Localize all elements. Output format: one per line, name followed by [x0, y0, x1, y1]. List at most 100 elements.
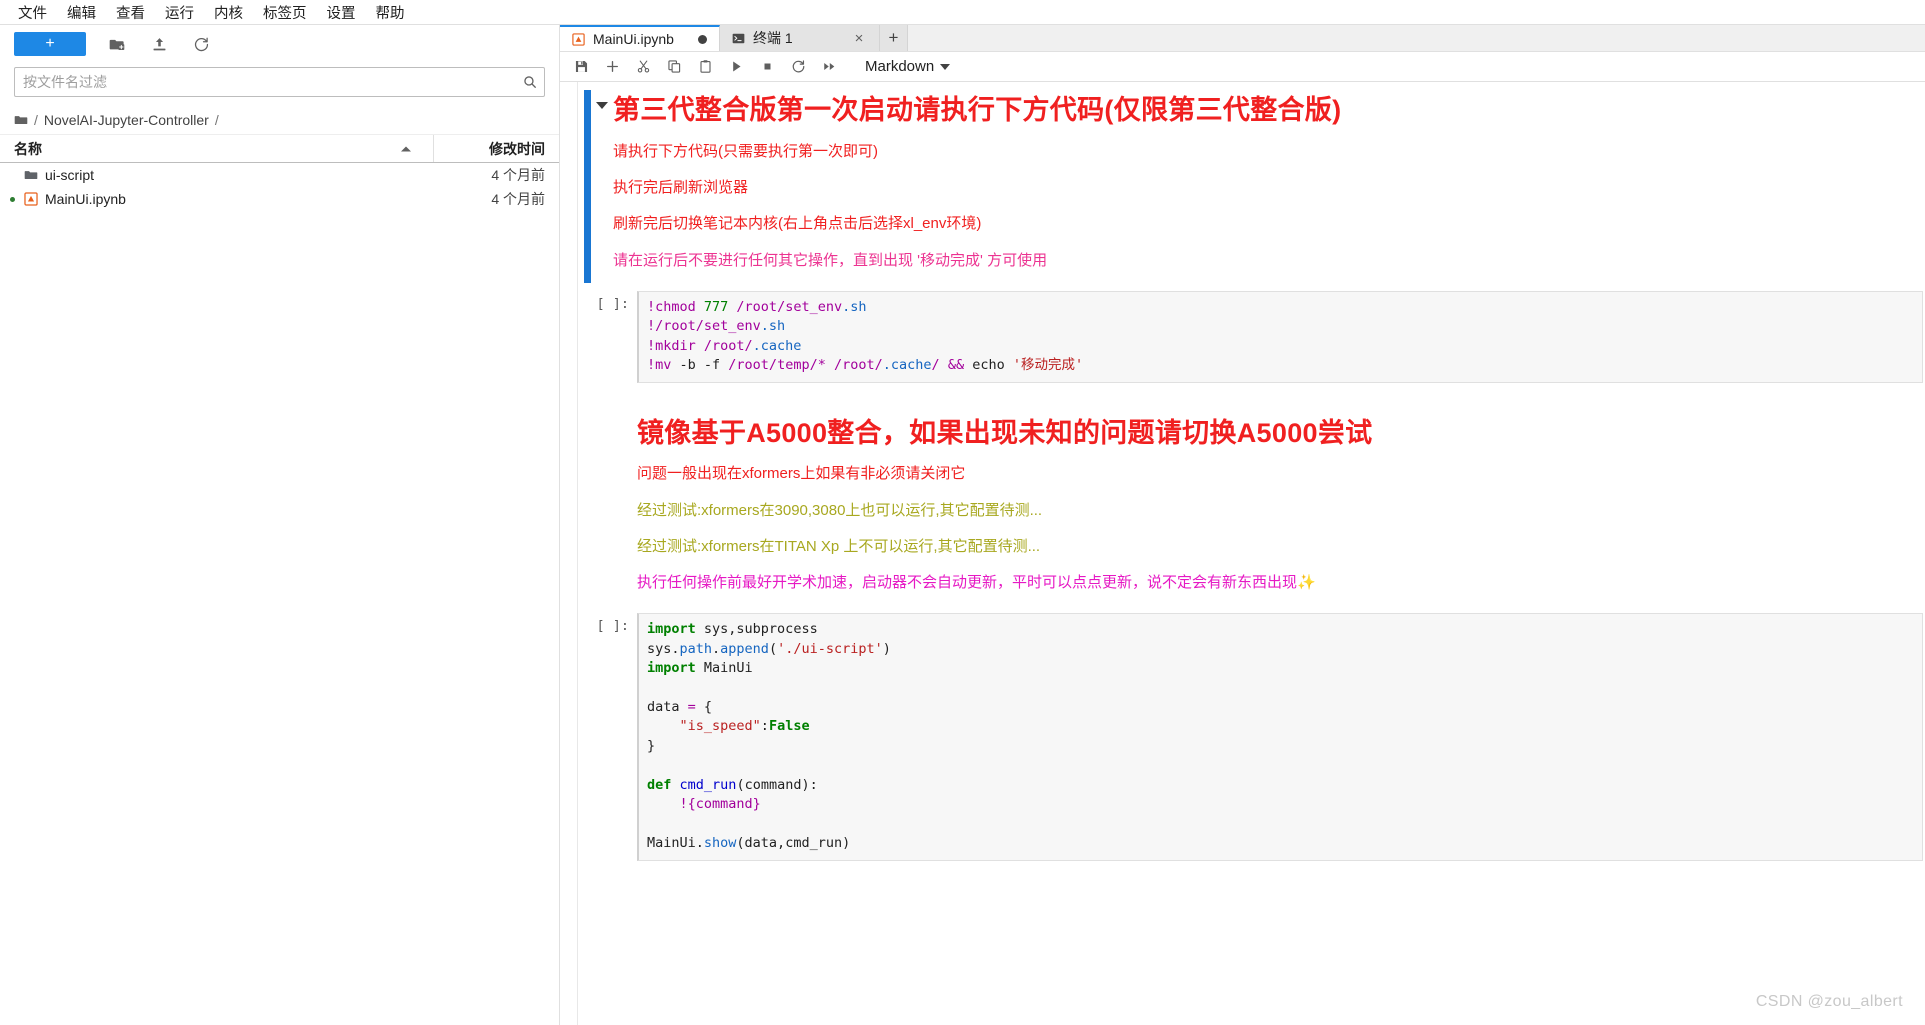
list-item[interactable]: MainUi.ipynb 4 个月前 [0, 187, 559, 211]
folder-icon [24, 168, 38, 182]
breadcrumb[interactable]: / NovelAI-Jupyter-Controller / [0, 105, 559, 135]
notebook-toolbar: Markdown [560, 52, 1925, 82]
markdown-rendered: 镜像基于A5000整合，如果出现未知的问题请切换A5000尝试 问题一般出现在x… [637, 413, 1925, 606]
menu-view[interactable]: 查看 [106, 0, 155, 26]
cell-selection-bar [584, 291, 591, 383]
cell-spacer [578, 383, 1925, 413]
terminal-icon [732, 32, 745, 45]
markdown-paragraph: 问题一般出现在xformers上如果有非必须请关闭它 [637, 465, 966, 483]
notebook-cells: 第三代整合版第一次启动请执行下方代码(仅限第三代整合版) 请执行下方代码(只需要… [578, 90, 1925, 861]
code-source: import sys,subprocess sys.path.append('.… [647, 621, 891, 852]
new-tab-button[interactable]: + [880, 25, 908, 51]
unsaved-changes-icon[interactable] [698, 34, 707, 44]
markdown-paragraph: 请在运行后不要进行任何其它操作，直到出现 '移动完成' 方可使用 [613, 251, 1048, 269]
tab-label: 终端 1 [753, 30, 793, 46]
file-browser-panel: + 按文件名过滤 / NovelAI-Jupyter-Controller / … [0, 25, 560, 1025]
running-indicator [10, 196, 17, 202]
filter-row [0, 63, 559, 105]
jupyterlab-window: 文件 编辑 查看 运行 内核 标签页 设置 帮助 + 按文件名过滤 / Nove… [0, 0, 1925, 1025]
file-modified-label: 4 个月前 [491, 167, 545, 183]
markdown-rendered: 第三代整合版第一次启动请执行下方代码(仅限第三代整合版) 请执行下方代码(只需要… [613, 90, 1925, 283]
column-header-name[interactable]: 名称 [0, 135, 434, 162]
markdown-paragraph: 请执行下方代码(只需要执行第一次即可) [613, 142, 878, 160]
tab-bar: MainUi.ipynb 终端 1 × + [560, 25, 1925, 52]
paste-cell-button[interactable] [692, 55, 718, 79]
restart-kernel-button[interactable] [785, 55, 811, 79]
file-name-label: ui-script [45, 167, 95, 183]
filter-box[interactable] [14, 67, 545, 97]
column-header-modified[interactable]: 修改时间 [434, 135, 559, 162]
menu-bar: 文件 编辑 查看 运行 内核 标签页 设置 帮助 [0, 0, 1925, 25]
menu-tabs[interactable]: 标签页 [253, 0, 317, 26]
file-name-cell: MainUi.ipynb [0, 191, 434, 207]
breadcrumb-path[interactable]: NovelAI-Jupyter-Controller [44, 112, 209, 128]
code-editor[interactable]: !chmod 777 /root/set_env.sh !/root/set_e… [637, 290, 1923, 383]
menu-run[interactable]: 运行 [155, 0, 204, 26]
insert-cell-button[interactable] [599, 55, 625, 79]
markdown-paragraph: 刷新完后切换笔记本内核(右上角点击后选择xl_env环境) [613, 215, 982, 233]
cell-content[interactable]: 镜像基于A5000整合，如果出现未知的问题请切换A5000尝试 问题一般出现在x… [637, 413, 1925, 606]
markdown-paragraph: 经过测试:xformers在3090,3080上也可以运行,其它配置待测... [637, 501, 1043, 519]
markdown-heading: 第三代整合版第一次启动请执行下方代码(仅限第三代整合版) [613, 95, 1342, 125]
code-editor[interactable]: import sys,subprocess sys.path.append('.… [637, 613, 1923, 861]
notebook-icon [24, 192, 38, 206]
file-list-header: 名称 修改时间 [0, 135, 559, 163]
tab-bar-empty-area [908, 25, 1925, 51]
cell-type-select[interactable]: Markdown [859, 56, 956, 77]
cell-selection-bar [584, 613, 591, 860]
cell-selection-bar [584, 90, 591, 283]
menu-file[interactable]: 文件 [8, 0, 57, 26]
markdown-paragraph: 执行任何操作前最好开学术加速，启动器不会自动更新，平时可以点点更新，说不定会有新… [637, 574, 1316, 591]
copy-cell-button[interactable] [661, 55, 687, 79]
collapse-heading-icon[interactable] [591, 90, 613, 283]
breadcrumb-sep-lead: / [34, 111, 38, 128]
notebook-cell-markdown-1[interactable]: 第三代整合版第一次启动请执行下方代码(仅限第三代整合版) 请执行下方代码(只需要… [578, 90, 1925, 283]
code-source: !chmod 777 /root/set_env.sh !/root/set_e… [647, 298, 1084, 374]
markdown-heading: 镜像基于A5000整合，如果出现未知的问题请切换A5000尝试 [637, 417, 1373, 448]
restart-run-all-button[interactable] [816, 55, 842, 79]
main-area: MainUi.ipynb 终端 1 × + Markdown 第三代整合版第一次… [560, 25, 1925, 1025]
new-launcher-button[interactable]: + [14, 32, 86, 56]
notebook-scroll-area[interactable]: 第三代整合版第一次启动请执行下方代码(仅限第三代整合版) 请执行下方代码(只需要… [560, 82, 1925, 1025]
notebook-cell-markdown-2[interactable]: 镜像基于A5000整合，如果出现未知的问题请切换A5000尝试 问题一般出现在x… [578, 413, 1925, 606]
cell-execution-prompt: [ ]: [596, 295, 629, 312]
column-header-modified-label: 修改时间 [489, 140, 545, 157]
stop-kernel-button[interactable] [754, 55, 780, 79]
folder-icon [14, 113, 28, 127]
cell-content[interactable]: !chmod 777 /root/set_env.sh !/root/set_e… [637, 290, 1925, 383]
list-item[interactable]: ui-script 4 个月前 [0, 163, 559, 187]
column-header-name-label: 名称 [14, 140, 42, 157]
file-name-cell: ui-script [0, 167, 434, 183]
file-browser-toolbar: + [0, 25, 559, 63]
menu-help[interactable]: 帮助 [366, 0, 415, 26]
refresh-icon[interactable] [190, 33, 212, 55]
run-cell-button[interactable] [723, 55, 749, 79]
file-modified-label: 4 个月前 [491, 191, 545, 207]
cell-selection-bar [584, 413, 591, 606]
cell-execution-prompt: [ ]: [596, 618, 629, 635]
markdown-paragraph: 经过测试:xformers在TITAN Xp 上不可以运行,其它配置待测... [637, 537, 1041, 555]
workspace: + 按文件名过滤 / NovelAI-Jupyter-Controller / … [0, 25, 1925, 1025]
markdown-paragraph: 执行完后刷新浏览器 [613, 179, 749, 196]
menu-kernel[interactable]: 内核 [204, 0, 253, 26]
close-icon[interactable]: × [851, 30, 867, 46]
new-folder-icon[interactable] [106, 33, 128, 55]
sort-ascending-icon [401, 146, 411, 151]
notebook-cell-code-1[interactable]: [ ]: !chmod 777 /root/set_env.sh !/root/… [578, 290, 1925, 383]
cell-content[interactable]: import sys,subprocess sys.path.append('.… [637, 613, 1925, 861]
cell-prompt-empty [591, 413, 637, 606]
notebook-cell-code-2[interactable]: [ ]: import sys,subprocess sys.path.appe… [578, 613, 1925, 861]
menu-settings[interactable]: 设置 [317, 0, 366, 26]
tab-label: MainUi.ipynb [593, 31, 674, 47]
filter-files-input[interactable] [15, 74, 544, 90]
save-button[interactable] [568, 55, 594, 79]
upload-icon[interactable] [148, 33, 170, 55]
csdn-watermark: CSDN @zou_albert [1755, 993, 1903, 1010]
chevron-down-icon [940, 63, 951, 70]
cell-content[interactable]: 第三代整合版第一次启动请执行下方代码(仅限第三代整合版) 请执行下方代码(只需要… [613, 90, 1925, 283]
menu-edit[interactable]: 编辑 [57, 0, 106, 26]
file-name-label: MainUi.ipynb [45, 191, 126, 207]
tab-mainui-ipynb[interactable]: MainUi.ipynb [560, 25, 720, 51]
tab-terminal-1[interactable]: 终端 1 × [720, 25, 880, 51]
cut-cell-button[interactable] [630, 55, 656, 79]
